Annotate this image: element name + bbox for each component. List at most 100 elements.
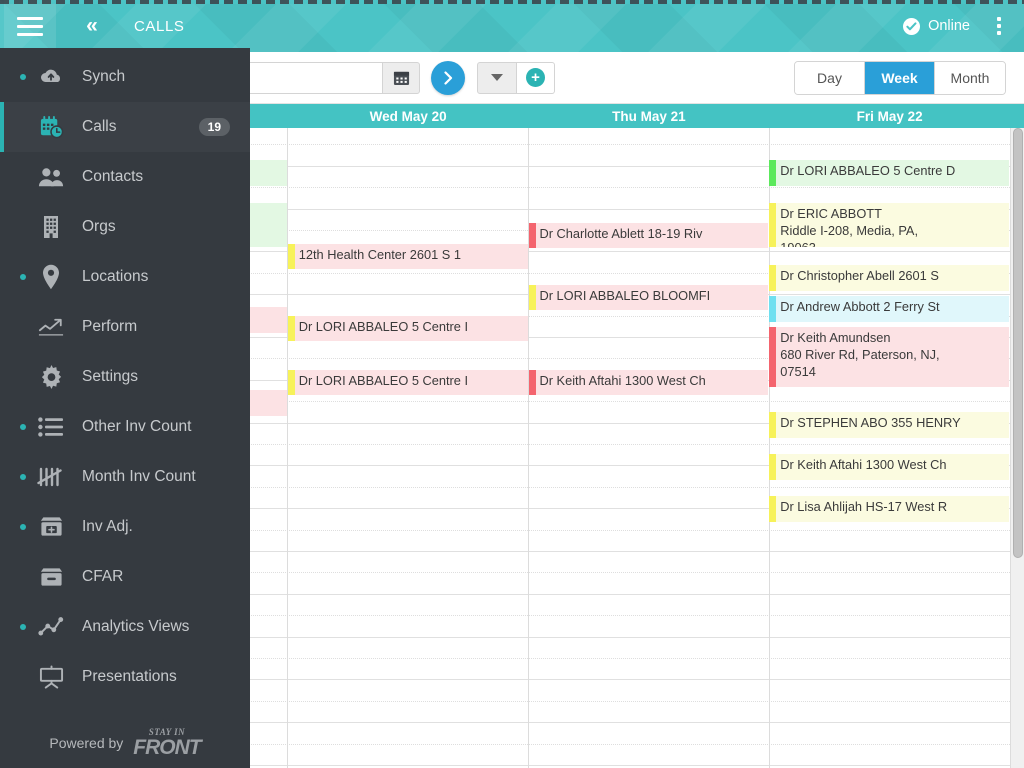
sidebar-item-settings[interactable]: Settings <box>0 352 250 402</box>
sidebar-item-synch[interactable]: Synch <box>0 52 250 102</box>
event-color-bar <box>528 370 536 395</box>
vertical-scrollbar[interactable] <box>1010 128 1024 768</box>
box-plus-icon <box>36 512 66 542</box>
sidebar-item-orgs[interactable]: Orgs <box>0 202 250 252</box>
event-color-bar <box>769 203 777 247</box>
calendar-options-dropdown[interactable] <box>477 61 517 94</box>
sidebar-item-status-dot <box>20 524 26 530</box>
sidebar-item-label: Contacts <box>82 168 144 185</box>
event-color-bar <box>528 285 536 310</box>
event-color-bar <box>528 223 536 248</box>
event-label: Dr Lisa Ahlijah HS-17 West R <box>780 499 948 514</box>
event-color-bar <box>769 454 777 480</box>
event-label: Dr LORI ABBALEO BLOOMFI <box>539 288 711 303</box>
calendar-icon[interactable] <box>382 61 420 94</box>
day-header-wed[interactable]: Wed May 20 <box>288 104 529 128</box>
calendar-event[interactable]: Dr Keith Amundsen 680 River Rd, Paterson… <box>769 327 1009 387</box>
calendar-event[interactable]: Dr LORI ABBALEO 5 Centre I <box>287 370 528 395</box>
building-icon <box>36 212 66 242</box>
view-button-month[interactable]: Month <box>935 61 1005 94</box>
event-label: Dr Keith Amundsen 680 River Rd, Paterson… <box>780 330 940 379</box>
logo-main-text: FRONT <box>133 736 201 759</box>
calendar-event[interactable]: Dr LORI ABBALEO 5 Centre I <box>287 316 528 341</box>
calendar-event[interactable]: Dr Andrew Abbott 2 Ferry St <box>769 296 1009 322</box>
event-label: Dr LORI ABBALEO 5 Centre D <box>780 163 956 178</box>
hamburger-icon[interactable] <box>4 0 56 52</box>
status-badge[interactable]: Online <box>903 17 970 35</box>
page-title: CALLS <box>134 17 185 35</box>
powered-by-label: Powered by <box>49 735 124 751</box>
scrollbar-header-pad <box>1010 104 1024 128</box>
calendar-event[interactable]: Dr Lisa Ahlijah HS-17 West R <box>769 496 1009 522</box>
sidebar-item-locations[interactable]: Locations <box>0 252 250 302</box>
event-color-bar <box>769 327 777 387</box>
calendar-event[interactable]: Dr STEPHEN ABO 355 HENRY <box>769 412 1009 438</box>
sidebar-item-label: Presentations <box>82 668 177 685</box>
stayinfront-logo: STAY IN FRONT <box>133 728 201 759</box>
event-label: Dr LORI ABBALEO 5 Centre I <box>298 319 469 334</box>
event-label: 12th Health Center 2601 S 1 <box>298 247 461 262</box>
sidebar-item-label: Synch <box>82 68 126 85</box>
scrollbar-thumb[interactable] <box>1013 128 1023 558</box>
sidebar-item-label: Calls <box>82 118 117 135</box>
day-header-fri[interactable]: Fri May 22 <box>769 104 1010 128</box>
caret-down-icon <box>491 74 503 81</box>
view-button-day[interactable]: Day <box>795 61 865 94</box>
sidebar-item-status-dot <box>20 274 26 280</box>
calendar-event[interactable]: Dr Christopher Abell 2601 S <box>769 265 1009 291</box>
sidebar-item-label: Month Inv Count <box>82 468 196 485</box>
calendar-event[interactable]: Dr LORI ABBALEO 5 Centre D <box>769 160 1009 186</box>
list-icon <box>36 412 66 442</box>
sidebar-item-perform[interactable]: Perform <box>0 302 250 352</box>
event-label: Dr Charlotte Ablett 18-19 Riv <box>539 226 703 241</box>
sidebar-item-label: Locations <box>82 268 149 285</box>
add-call-button[interactable]: + <box>517 61 555 94</box>
calendar-event[interactable]: Dr Charlotte Ablett 18-19 Riv <box>528 223 769 248</box>
sidebar-item-label: CFAR <box>82 568 124 585</box>
sidebar-item-badge: 19 <box>198 118 230 136</box>
calendar-event[interactable]: Dr ERIC ABBOTT Riddle I-208, Media, PA, … <box>769 203 1009 247</box>
top-bar: « CALLS Online <box>0 0 1024 52</box>
event-color-bar <box>769 496 777 522</box>
sidebar-item-calls[interactable]: Calls 19 <box>0 102 250 152</box>
sidebar-item-inv-adj[interactable]: Inv Adj. <box>0 502 250 552</box>
event-label: Dr Keith Aftahi 1300 West Ch <box>539 373 706 388</box>
calendar-event[interactable]: Dr Keith Aftahi 1300 West Ch <box>769 454 1009 480</box>
sidebar-item-presentations[interactable]: Presentations <box>0 652 250 702</box>
next-period-button[interactable] <box>431 60 465 95</box>
sidebar-item-contacts[interactable]: Contacts <box>0 152 250 202</box>
sidebar-item-label: Inv Adj. <box>82 518 133 535</box>
sidebar-item-label: Orgs <box>82 218 116 235</box>
sidebar-item-month-inv-count[interactable]: Month Inv Count <box>0 452 250 502</box>
sidebar-item-analytics-views[interactable]: Analytics Views <box>0 602 250 652</box>
calendar-event[interactable]: 12th Health Center 2601 S 1 <box>287 244 528 269</box>
event-color-bar <box>769 412 777 438</box>
sidebar-item-status-dot <box>20 624 26 630</box>
sidebar-item-label: Analytics Views <box>82 618 190 635</box>
event-color-bar <box>287 316 295 341</box>
kebab-menu-icon[interactable] <box>980 0 1018 52</box>
presentation-icon <box>36 662 66 692</box>
people-icon <box>36 162 66 192</box>
cloud-sync-icon <box>36 62 66 92</box>
calendar-event[interactable]: Dr LORI ABBALEO BLOOMFI <box>528 285 769 310</box>
check-circle-icon <box>903 17 921 35</box>
map-pin-icon <box>36 262 66 292</box>
event-color-bar <box>287 370 295 395</box>
sidebar-item-status-dot <box>20 474 26 480</box>
day-header-thu[interactable]: Thu May 21 <box>529 104 770 128</box>
double-chevron-left-icon[interactable]: « <box>70 0 112 52</box>
tally-marks-icon <box>36 462 66 492</box>
calendar-event[interactable]: Dr Keith Aftahi 1300 West Ch <box>528 370 769 395</box>
event-color-bar <box>287 244 295 269</box>
gear-icon <box>36 362 66 392</box>
sidebar-item-status-dot <box>20 424 26 430</box>
sidebar-item-label: Other Inv Count <box>82 418 192 435</box>
sidebar: Synch Calls 19 Contacts Orgs Locations Perform… <box>0 48 250 768</box>
event-color-bar <box>769 265 777 291</box>
event-label: Dr Andrew Abbott 2 Ferry St <box>780 299 940 314</box>
event-color-bar <box>769 160 777 186</box>
sidebar-item-other-inv-count[interactable]: Other Inv Count <box>0 402 250 452</box>
view-button-week[interactable]: Week <box>865 61 935 94</box>
sidebar-item-cfar[interactable]: CFAR <box>0 552 250 602</box>
